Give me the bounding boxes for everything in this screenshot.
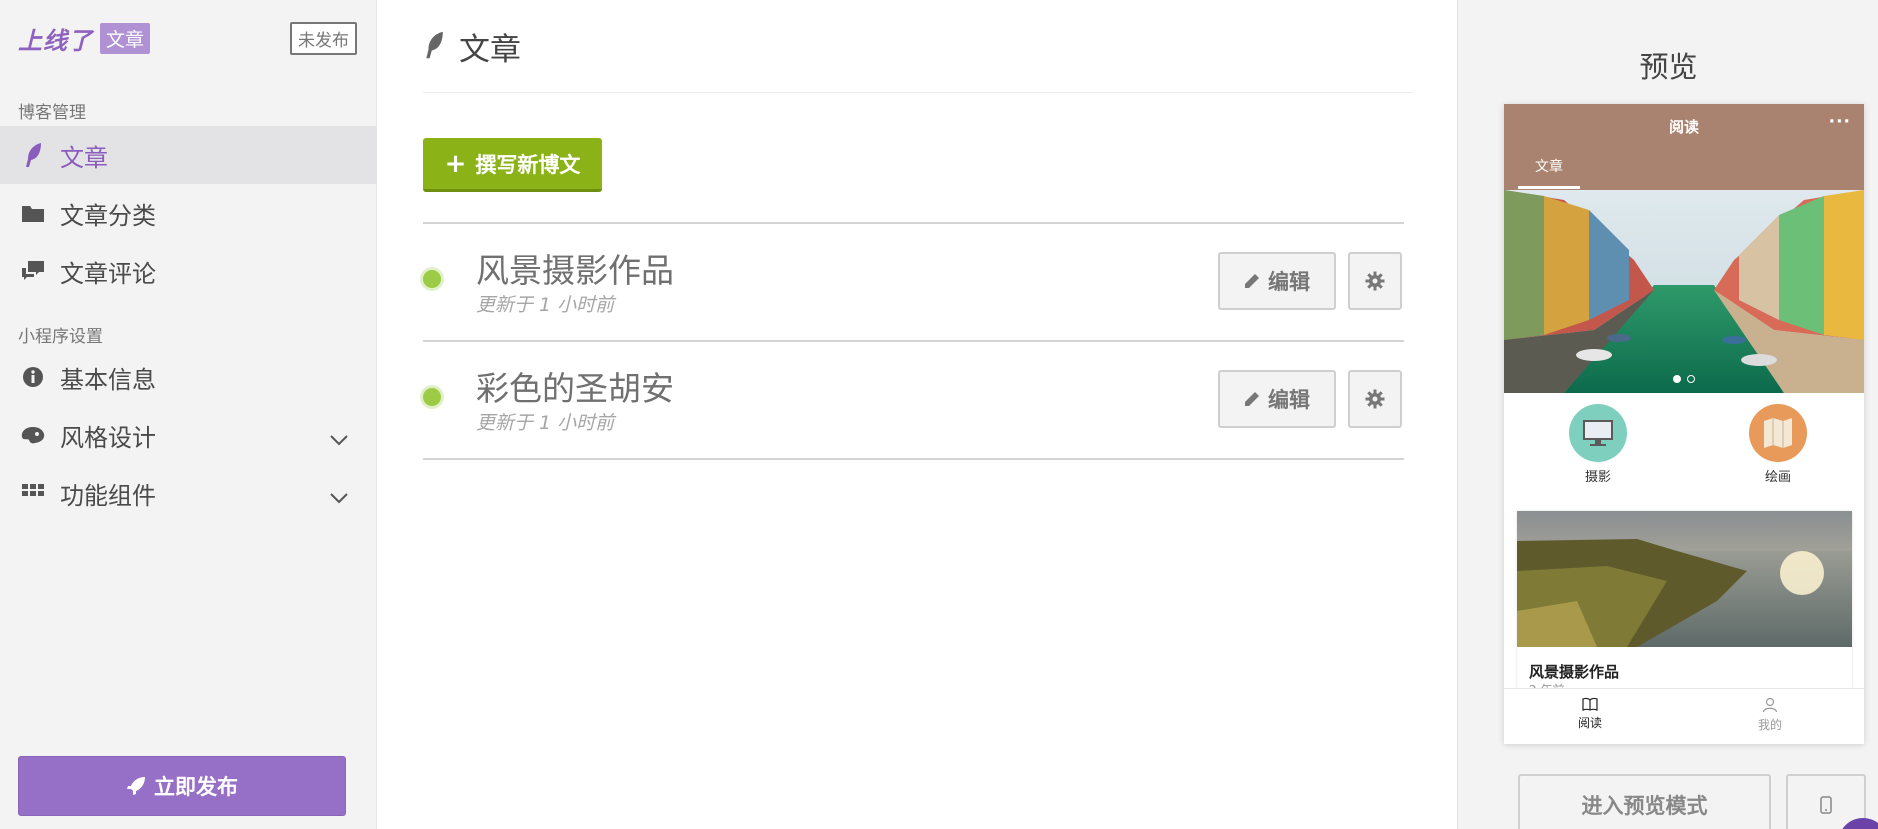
sidebar-item-components[interactable]: 功能组件 — [0, 464, 377, 522]
new-post-button[interactable]: + 撰写新博文 — [423, 138, 602, 192]
post-settings-button[interactable] — [1348, 370, 1402, 428]
post-updated-time: 更新于 1 小时前 — [476, 412, 615, 434]
brand-logo[interactable]: 上线了 文章 — [18, 22, 151, 55]
phone-tab-articles[interactable]: 文章 — [1518, 156, 1580, 189]
mobile-phone-icon — [1820, 796, 1832, 814]
enter-preview-mode-button[interactable]: 进入预览模式 — [1518, 774, 1771, 829]
sidebar-item-label: 基本信息 — [60, 365, 156, 394]
article-card[interactable]: 风景摄影作品 2 年前 — [1517, 511, 1852, 689]
pencil-icon — [1245, 274, 1259, 288]
category-painting[interactable]: 绘画 — [1728, 404, 1828, 485]
banner-image[interactable] — [1504, 190, 1864, 393]
banner-pagination[interactable] — [1504, 368, 1864, 387]
sidebar-item-basic-info[interactable]: 基本信息 — [0, 348, 377, 406]
page-title: 文章 — [459, 31, 521, 68]
map-icon — [1749, 404, 1807, 462]
phone-header-title: 阅读 — [1668, 118, 1699, 136]
pagination-dot[interactable] — [1673, 375, 1681, 383]
phone-nav-read[interactable]: 阅读 — [1550, 697, 1630, 731]
post-row[interactable]: 彩色的圣胡安 更新于 1 小时前 编辑 — [423, 342, 1404, 460]
brand-name: 上线了 — [18, 26, 93, 55]
phone-bottom-nav: 阅读 我的 — [1504, 688, 1864, 744]
post-title[interactable]: 彩色的圣胡安 — [476, 362, 674, 410]
section-label-miniapp: 小程序设置 — [18, 327, 103, 347]
publish-now-button[interactable]: 立即发布 — [18, 756, 346, 816]
feather-icon — [18, 140, 48, 170]
post-settings-button[interactable] — [1348, 252, 1402, 310]
rocket-icon — [127, 777, 145, 795]
phone-nav-label: 阅读 — [1577, 716, 1602, 730]
post-row[interactable]: 风景摄影作品 更新于 1 小时前 编辑 — [423, 224, 1404, 342]
edit-label: 编辑 — [1268, 388, 1310, 412]
new-post-label: 撰写新博文 — [475, 152, 581, 177]
phone-nav-label: 我的 — [1757, 718, 1782, 732]
sidebar-item-style-design[interactable]: 风格设计 — [0, 406, 377, 464]
pencil-icon — [1245, 392, 1259, 406]
user-icon — [1762, 697, 1778, 713]
sidebar-item-label: 功能组件 — [60, 481, 156, 510]
chevron-down-icon[interactable] — [329, 424, 349, 452]
phone-preview[interactable]: 阅读 ··· 文章 摄影 绘画 风景摄影作品 阅读 我的 — [1504, 104, 1864, 744]
palette-icon — [18, 420, 48, 450]
sidebar-item-label: 文章评论 — [60, 259, 156, 288]
category-shortcuts: 摄影 绘画 — [1504, 404, 1864, 494]
main-content: 文章 + 撰写新博文 风景摄影作品 更新于 1 小时前 编辑 彩色的圣胡安 更新… — [378, 0, 1836, 829]
post-list: 风景摄影作品 更新于 1 小时前 编辑 彩色的圣胡安 更新于 1 小时前 编辑 — [423, 222, 1404, 460]
category-photography[interactable]: 摄影 — [1548, 404, 1648, 485]
plus-icon: + — [444, 148, 467, 179]
brand-badge: 文章 — [100, 22, 151, 54]
preview-panel: 预览 阅读 ··· 文章 摄影 绘画 风景摄影作品 阅读 我的 进入预览模式 — [1457, 0, 1878, 829]
pagination-dot[interactable] — [1687, 375, 1695, 383]
sidebar-item-comments[interactable]: 文章评论 — [0, 242, 377, 300]
post-updated-time: 更新于 1 小时前 — [476, 294, 615, 316]
sidebar-item-label: 文章 — [60, 143, 108, 172]
more-icon[interactable]: ··· — [1829, 112, 1851, 132]
edit-post-button[interactable]: 编辑 — [1218, 370, 1336, 428]
feather-icon — [423, 30, 445, 64]
phone-header: 阅读 ··· 文章 — [1504, 104, 1864, 190]
monitor-icon — [1569, 404, 1627, 462]
published-status-dot — [423, 270, 441, 288]
unpublished-status-button[interactable]: 未发布 — [290, 22, 357, 55]
gear-icon — [1365, 389, 1385, 409]
article-card-title: 风景摄影作品 — [1529, 663, 1620, 681]
sidebar-item-articles[interactable]: 文章 — [0, 126, 377, 184]
chevron-down-icon[interactable] — [329, 482, 349, 510]
publish-now-label: 立即发布 — [154, 775, 238, 799]
sidebar-item-label: 文章分类 — [60, 201, 156, 230]
section-label-blog: 博客管理 — [18, 103, 86, 123]
book-icon — [1582, 697, 1598, 711]
edit-label: 编辑 — [1268, 270, 1310, 294]
post-title[interactable]: 风景摄影作品 — [476, 244, 674, 292]
article-card-image — [1517, 511, 1852, 647]
published-status-dot — [423, 388, 441, 406]
gear-icon — [1365, 271, 1385, 291]
category-label: 摄影 — [1584, 470, 1611, 485]
preview-title: 预览 — [1639, 50, 1698, 84]
page-header: 文章 — [423, 0, 1413, 93]
sidebar-item-categories[interactable]: 文章分类 — [0, 184, 377, 242]
folder-icon — [18, 198, 48, 228]
phone-nav-me[interactable]: 我的 — [1730, 697, 1810, 733]
category-label: 绘画 — [1764, 470, 1791, 485]
sidebar-item-label: 风格设计 — [60, 423, 156, 452]
info-icon — [18, 362, 48, 392]
comments-icon — [18, 256, 48, 286]
grid-icon — [18, 478, 48, 508]
edit-post-button[interactable]: 编辑 — [1218, 252, 1336, 310]
sidebar: 上线了 文章 未发布 博客管理 文章 文章分类 文章评论 小程序设置 基本信息 … — [0, 0, 377, 829]
